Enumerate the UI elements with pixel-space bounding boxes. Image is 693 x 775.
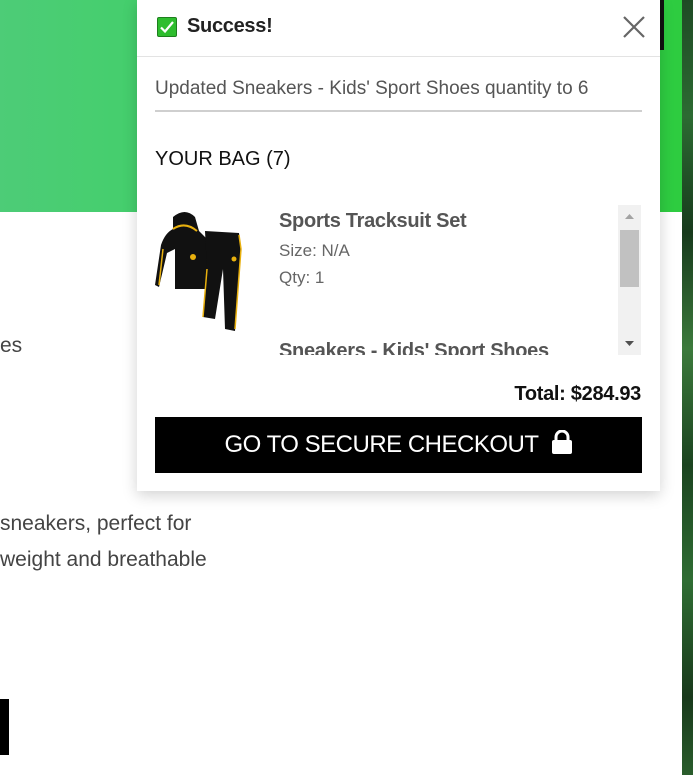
bag-item-list[interactable]: Sports Tracksuit Set Size: N/A Qty: 1 Sn…: [155, 205, 642, 355]
background-text: es: [0, 334, 23, 357]
background-button[interactable]: [0, 699, 9, 755]
scroll-down-icon[interactable]: [618, 333, 641, 355]
item-qty: Qty: 1: [279, 268, 325, 287]
item-size: Size: N/A: [279, 241, 350, 260]
background-text: weight and breathable: [0, 548, 207, 571]
toast-message: Updated Sneakers - Kids' Sport Shoes qua…: [155, 78, 642, 112]
tracksuit-image: [155, 212, 242, 331]
item-name[interactable]: Sports Tracksuit Set: [279, 210, 467, 233]
side-image: [682, 0, 693, 775]
success-toast: Success! Updated Sneakers - Kids' Sport …: [137, 0, 660, 491]
check-icon: [157, 17, 177, 37]
scroll-thumb[interactable]: [620, 230, 639, 287]
bag-item[interactable]: Sports Tracksuit Set Size: N/A Qty: 1: [155, 205, 615, 335]
checkout-label: GO TO SECURE CHECKOUT: [224, 431, 540, 458]
bag-item[interactable]: Sneakers - Kids' Sport Shoes: [155, 335, 615, 355]
item-name[interactable]: Sneakers - Kids' Sport Shoes: [279, 340, 549, 355]
background-text: sneakers, perfect for: [0, 512, 192, 535]
bag-heading: YOUR BAG (7): [155, 148, 291, 170]
toast-header: Success!: [137, 0, 660, 57]
checkout-button[interactable]: GO TO SECURE CHECKOUT: [155, 417, 642, 473]
scroll-up-icon[interactable]: [618, 205, 641, 227]
close-icon[interactable]: [621, 14, 647, 40]
lock-icon: [551, 429, 573, 461]
bag-total: Total: $284.93: [514, 383, 641, 405]
toast-title: Success!: [187, 15, 273, 37]
bag-scrollbar[interactable]: [618, 205, 641, 355]
